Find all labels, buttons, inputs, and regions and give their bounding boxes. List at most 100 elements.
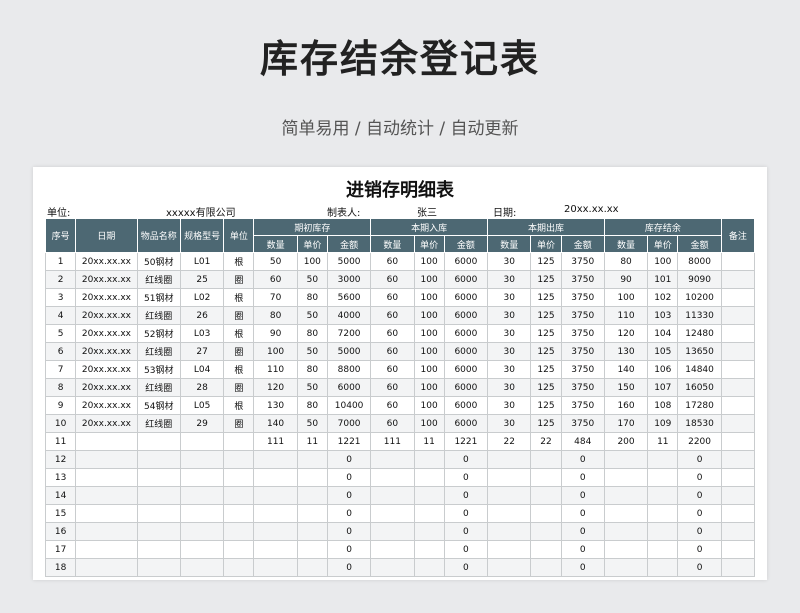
table-cell[interactable]: 5600: [326, 288, 372, 307]
table-cell[interactable]: 3750: [560, 324, 605, 343]
table-cell[interactable]: [603, 450, 649, 469]
table-cell[interactable]: 20xx.xx.xx: [75, 270, 138, 289]
table-cell[interactable]: 10400: [326, 396, 372, 415]
table-cell[interactable]: 12: [44, 450, 77, 469]
table-cell[interactable]: 100: [413, 414, 445, 433]
table-cell[interactable]: [413, 450, 445, 469]
table-cell[interactable]: 0: [326, 468, 372, 487]
table-cell[interactable]: 484: [560, 432, 605, 451]
table-cell[interactable]: [720, 270, 756, 289]
table-cell[interactable]: 3000: [326, 270, 372, 289]
table-cell[interactable]: [296, 522, 328, 541]
table-cell[interactable]: 2200: [677, 432, 722, 451]
table-cell[interactable]: [223, 540, 255, 559]
table-cell[interactable]: 0: [560, 540, 605, 559]
table-cell[interactable]: 60: [370, 396, 415, 415]
table-cell[interactable]: 圈: [223, 270, 255, 289]
table-cell[interactable]: [720, 306, 756, 325]
table-cell[interactable]: [179, 504, 225, 523]
table-cell[interactable]: [75, 522, 138, 541]
table-cell[interactable]: 10: [44, 414, 77, 433]
table-cell[interactable]: 8000: [677, 252, 722, 271]
table-cell[interactable]: 60: [370, 342, 415, 361]
table-cell[interactable]: 0: [326, 504, 372, 523]
table-cell[interactable]: 54钢材: [136, 396, 181, 415]
table-cell[interactable]: 100: [413, 270, 445, 289]
table-cell[interactable]: 60: [370, 360, 415, 379]
table-cell[interactable]: 50: [296, 342, 328, 361]
table-cell[interactable]: 25: [179, 270, 225, 289]
table-cell[interactable]: [75, 504, 138, 523]
table-cell[interactable]: 15: [44, 504, 77, 523]
table-cell[interactable]: [296, 540, 328, 559]
table-cell[interactable]: 20xx.xx.xx: [75, 360, 138, 379]
table-cell[interactable]: 125: [530, 324, 562, 343]
table-cell[interactable]: [603, 522, 649, 541]
table-cell[interactable]: [720, 522, 756, 541]
table-cell[interactable]: 5: [44, 324, 77, 343]
table-cell[interactable]: 150: [603, 378, 649, 397]
table-cell[interactable]: [530, 468, 562, 487]
table-cell[interactable]: L04: [179, 360, 225, 379]
table-cell[interactable]: 30: [487, 288, 532, 307]
table-cell[interactable]: 20xx.xx.xx: [75, 324, 138, 343]
table-cell[interactable]: [179, 450, 225, 469]
table-cell[interactable]: 100: [413, 306, 445, 325]
table-cell[interactable]: [487, 540, 532, 559]
table-cell[interactable]: 80: [296, 360, 328, 379]
table-cell[interactable]: 16050: [677, 378, 722, 397]
table-cell[interactable]: 102: [647, 288, 679, 307]
table-cell[interactable]: [720, 360, 756, 379]
table-cell[interactable]: 100: [296, 252, 328, 271]
table-cell[interactable]: 8: [44, 378, 77, 397]
table-cell[interactable]: [720, 342, 756, 361]
table-cell[interactable]: 0: [326, 450, 372, 469]
table-cell[interactable]: 60: [370, 270, 415, 289]
table-cell[interactable]: 130: [253, 396, 298, 415]
table-cell[interactable]: 80: [296, 396, 328, 415]
table-cell[interactable]: 110: [603, 306, 649, 325]
table-cell[interactable]: [75, 432, 138, 451]
table-cell[interactable]: 20xx.xx.xx: [75, 342, 138, 361]
table-cell[interactable]: [647, 540, 679, 559]
table-cell[interactable]: 30: [487, 378, 532, 397]
table-cell[interactable]: [720, 558, 756, 577]
table-cell[interactable]: 11: [413, 432, 445, 451]
table-cell[interactable]: 28: [179, 378, 225, 397]
table-cell[interactable]: 红线圈: [136, 342, 181, 361]
table-cell[interactable]: 26: [179, 306, 225, 325]
table-cell[interactable]: 14: [44, 486, 77, 505]
table-cell[interactable]: [223, 558, 255, 577]
table-cell[interactable]: [296, 486, 328, 505]
table-cell[interactable]: [136, 540, 181, 559]
table-cell[interactable]: 0: [677, 504, 722, 523]
table-cell[interactable]: 18530: [677, 414, 722, 433]
table-cell[interactable]: [253, 522, 298, 541]
table-cell[interactable]: 125: [530, 288, 562, 307]
table-cell[interactable]: 0: [443, 468, 489, 487]
table-cell[interactable]: 100: [413, 360, 445, 379]
table-cell[interactable]: 125: [530, 306, 562, 325]
table-cell[interactable]: [370, 486, 415, 505]
table-cell[interactable]: 125: [530, 252, 562, 271]
table-cell[interactable]: 6000: [443, 378, 489, 397]
table-cell[interactable]: 100: [413, 252, 445, 271]
table-cell[interactable]: [603, 504, 649, 523]
table-cell[interactable]: 50: [253, 252, 298, 271]
table-cell[interactable]: 100: [413, 378, 445, 397]
table-cell[interactable]: [223, 486, 255, 505]
table-cell[interactable]: 125: [530, 396, 562, 415]
table-cell[interactable]: 3750: [560, 396, 605, 415]
table-cell[interactable]: 6000: [443, 288, 489, 307]
table-cell[interactable]: 9: [44, 396, 77, 415]
table-cell[interactable]: 红线圈: [136, 414, 181, 433]
table-cell[interactable]: 80: [603, 252, 649, 271]
table-cell[interactable]: 0: [677, 522, 722, 541]
table-cell[interactable]: [370, 540, 415, 559]
table-cell[interactable]: [253, 486, 298, 505]
table-cell[interactable]: 红线圈: [136, 270, 181, 289]
table-cell[interactable]: [75, 468, 138, 487]
table-cell[interactable]: [720, 324, 756, 343]
table-cell[interactable]: [75, 558, 138, 577]
table-cell[interactable]: 根: [223, 396, 255, 415]
